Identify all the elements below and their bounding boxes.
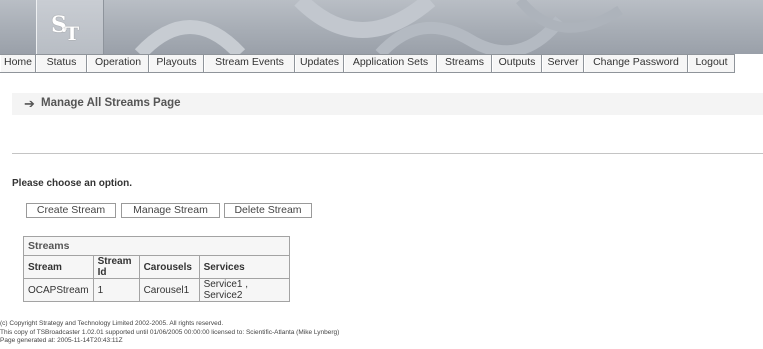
cell-stream: OCAPStream <box>23 278 94 302</box>
nav-outputs[interactable]: Outputs <box>492 55 542 72</box>
nav-logout[interactable]: Logout <box>688 55 735 72</box>
footer: (c) Copyright Strategy and Technology Li… <box>0 320 339 346</box>
table-caption: Streams <box>23 236 290 256</box>
nav-status[interactable]: Status <box>36 55 87 72</box>
nav-operation[interactable]: Operation <box>87 55 149 72</box>
nav-change-password[interactable]: Change Password <box>584 55 688 72</box>
cell-services: Service1 , Service2 <box>198 278 290 302</box>
column-header-services: Services <box>198 255 290 279</box>
nav-home[interactable]: Home <box>0 55 36 72</box>
table-row[interactable]: OCAPStream 1 Carousel1 Service1 , Servic… <box>23 278 290 302</box>
nav-stream-events[interactable]: Stream Events <box>204 55 295 72</box>
license-text: This copy of TSBroadcaster 1.02.01 suppo… <box>0 328 340 336</box>
streams-table: Streams Stream Stream Id Carousels Servi… <box>23 236 290 302</box>
nav-streams[interactable]: Streams <box>437 55 492 72</box>
page-title: Manage All Streams Page <box>41 97 181 109</box>
table-caption-row: Streams <box>23 236 290 256</box>
logo-letter-t: T <box>65 23 80 45</box>
option-prompt: Please choose an option. <box>12 178 133 189</box>
copyright-text: (c) Copyright Strategy and Technology Li… <box>0 320 224 327</box>
generated-timestamp: Page generated at: 2005-11-14T20:43:11Z <box>0 337 123 344</box>
column-header-stream: Stream <box>23 255 94 279</box>
banner-decoration <box>134 0 623 54</box>
cell-stream-id: 1 <box>92 278 140 302</box>
header-banner: S T <box>0 0 763 54</box>
nav-playouts[interactable]: Playouts <box>149 55 204 72</box>
nav-updates[interactable]: Updates <box>295 55 344 72</box>
column-header-carousels: Carousels <box>138 255 200 279</box>
page-title-bar: ➔ Manage All Streams Page <box>12 93 763 115</box>
nav-application-sets[interactable]: Application Sets <box>344 55 437 72</box>
logo[interactable]: S T <box>36 0 104 54</box>
nav-server[interactable]: Server <box>542 55 584 72</box>
arrow-right-icon: ➔ <box>24 96 35 111</box>
column-header-stream-id: Stream Id <box>92 255 140 279</box>
main-nav: Home Status Operation Playouts Stream Ev… <box>0 54 735 73</box>
manage-stream-button[interactable]: Manage Stream <box>121 203 220 218</box>
cell-carousels: Carousel1 <box>138 278 200 302</box>
delete-stream-button[interactable]: Delete Stream <box>224 203 312 218</box>
create-stream-button[interactable]: Create Stream <box>26 203 116 218</box>
table-header-row: Stream Stream Id Carousels Services <box>23 255 290 279</box>
divider <box>12 153 763 154</box>
